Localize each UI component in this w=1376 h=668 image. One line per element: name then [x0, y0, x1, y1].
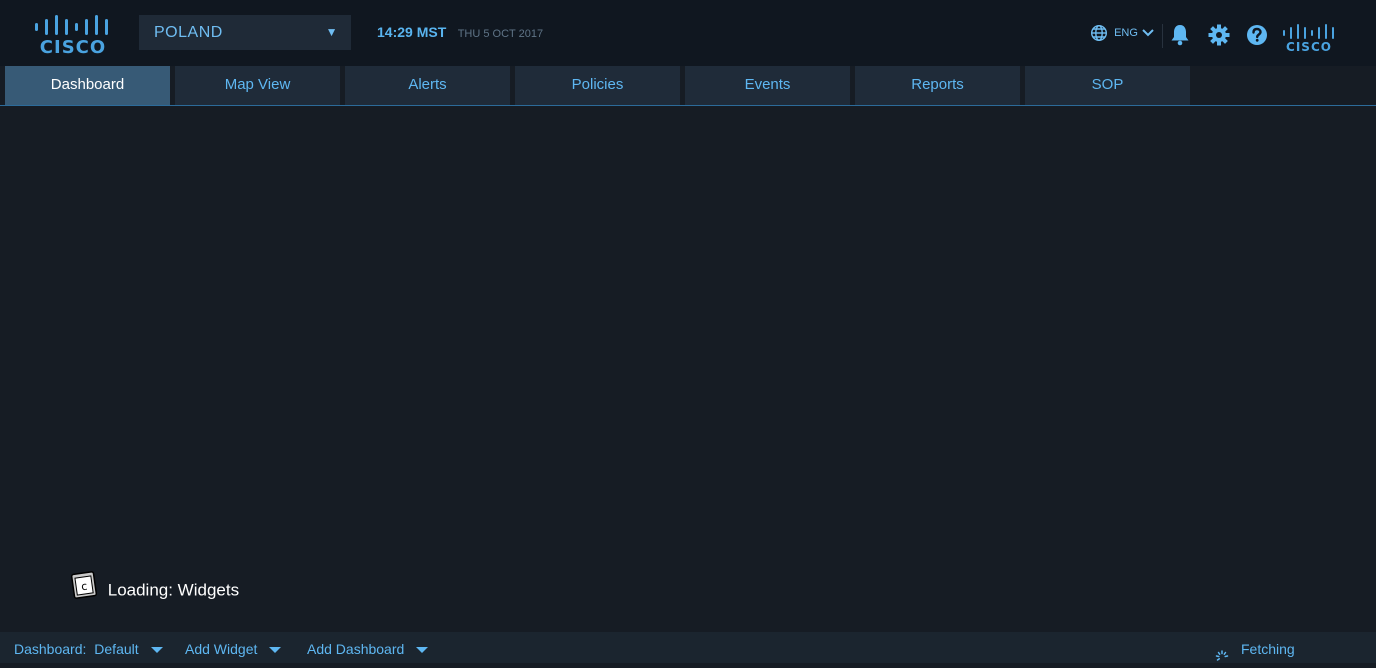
footer-bar: Dashboard: Default Add Widget Add Dashbo…: [0, 632, 1376, 663]
cisco-logo-secondary: CISCO: [1282, 24, 1336, 54]
caret-down-icon: ▼: [325, 25, 338, 39]
caret-down-icon: [416, 647, 429, 654]
add-widget-button[interactable]: Add Widget: [185, 641, 282, 657]
fetching-status: Fetching: [1241, 641, 1295, 657]
dashboard-value: Default: [94, 641, 139, 657]
tab-events[interactable]: Events: [685, 66, 850, 105]
top-bar: CISCO POLAND ▼ 14:29 MST THU 5 OCT 2017 …: [0, 0, 1376, 66]
chevron-down-icon: [1142, 29, 1154, 37]
loading-indicator: c Loading: Widgets: [70, 570, 239, 602]
logo-text: CISCO: [1286, 40, 1332, 54]
tab-dashboard[interactable]: Dashboard: [5, 66, 170, 105]
caret-down-icon: [269, 647, 282, 654]
region-value: POLAND: [154, 24, 223, 41]
bell-icon: [1171, 25, 1189, 46]
widget-loading-icon: c: [70, 570, 98, 611]
clock: 14:29 MST THU 5 OCT 2017: [377, 24, 543, 42]
region-select[interactable]: POLAND ▼: [139, 15, 351, 50]
cisco-logo-icon: [1283, 24, 1334, 39]
help-button[interactable]: [1246, 24, 1268, 51]
add-dashboard-label: Add Dashboard: [307, 641, 405, 657]
tab-sop[interactable]: SOP: [1025, 66, 1190, 105]
dashboard-select[interactable]: Dashboard: Default: [14, 641, 163, 657]
cisco-logo-icon: [35, 15, 108, 35]
notifications-button[interactable]: [1170, 24, 1190, 51]
caret-down-icon: [150, 647, 163, 654]
logo-text: CISCO: [39, 37, 107, 58]
question-icon: [1247, 25, 1267, 45]
language-label: ENG: [1114, 27, 1138, 39]
divider: [1162, 24, 1163, 48]
settings-button[interactable]: [1208, 24, 1230, 51]
globe-icon: [1090, 24, 1108, 42]
gear-icon: [1208, 24, 1230, 46]
main-tabs: Dashboard Map View Alerts Policies Event…: [0, 66, 1376, 106]
tab-alerts[interactable]: Alerts: [345, 66, 510, 105]
spinner-icon: [1215, 650, 1229, 668]
tab-policies[interactable]: Policies: [515, 66, 680, 105]
add-dashboard-button[interactable]: Add Dashboard: [307, 641, 429, 657]
tab-reports[interactable]: Reports: [855, 66, 1020, 105]
dashboard-label: Dashboard:: [14, 641, 87, 657]
add-widget-label: Add Widget: [185, 641, 258, 657]
language-select[interactable]: ENG: [1090, 24, 1155, 42]
cisco-logo[interactable]: CISCO: [33, 14, 113, 58]
tab-map-view[interactable]: Map View: [175, 66, 340, 105]
current-date: THU 5 OCT 2017: [457, 28, 544, 40]
loading-text: Loading: Widgets: [107, 580, 240, 600]
current-time: 14:29 MST: [377, 24, 447, 40]
